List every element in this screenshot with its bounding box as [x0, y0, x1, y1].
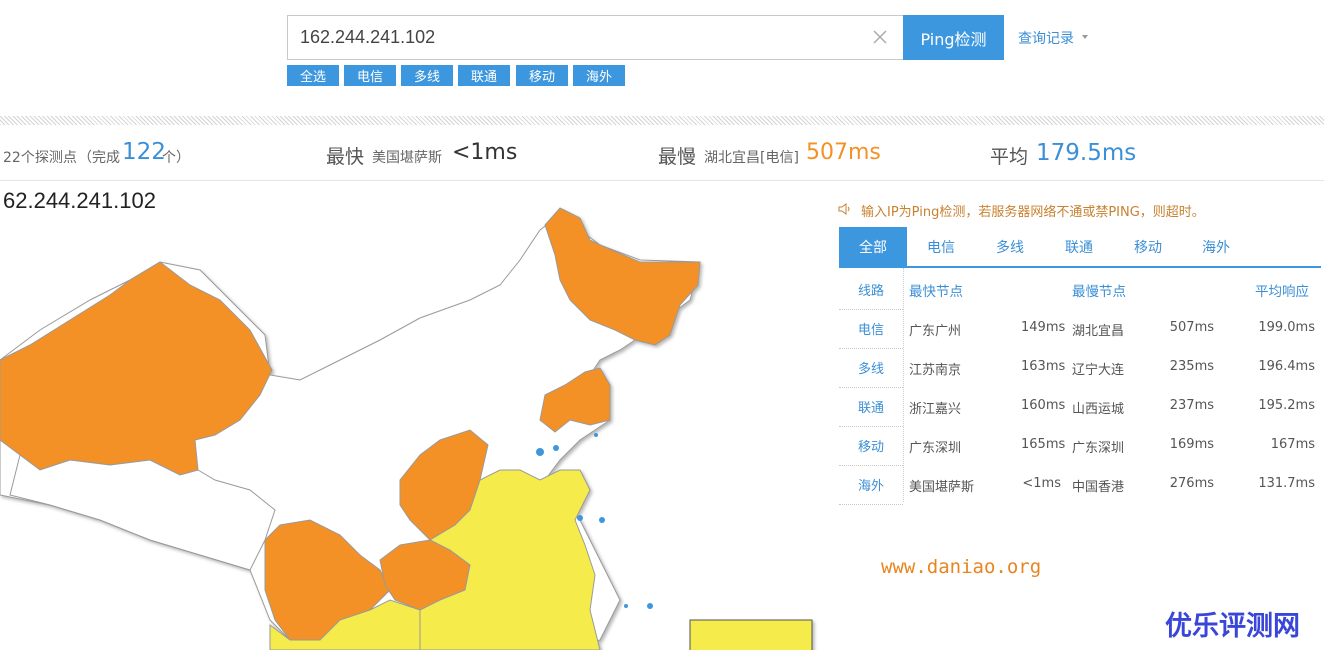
- table-row-line[interactable]: 电信: [839, 309, 903, 348]
- chevron-down-icon[interactable]: [1082, 35, 1088, 39]
- map-title: 62.244.241.102: [3, 188, 156, 213]
- table-cell-slowest-ms: 276ms: [1169, 476, 1214, 491]
- tab-mobile[interactable]: 移动: [1114, 227, 1182, 266]
- tab-telecom[interactable]: 电信: [907, 227, 975, 266]
- filter-overseas-button[interactable]: 海外: [573, 65, 625, 86]
- table-cell-slowest-node: 中国香港: [1072, 480, 1125, 495]
- table-cell-slowest-ms: 169ms: [1169, 437, 1214, 452]
- slowest-label: 最慢: [658, 146, 697, 168]
- header-average: 平均响应: [1255, 284, 1309, 300]
- china-map: [0, 207, 813, 650]
- tab-overseas[interactable]: 海外: [1182, 227, 1250, 266]
- table-cell-slowest-node: 山西运城: [1072, 402, 1125, 417]
- table-cell-average: 167ms: [1270, 437, 1315, 452]
- divider-stripe: [0, 116, 1324, 125]
- table-cell-average: 199.0ms: [1258, 320, 1315, 335]
- done-suffix: 个）: [162, 150, 190, 166]
- table-cell-fastest-node: 广东广州: [909, 324, 962, 339]
- probe-count: 22个探测点: [3, 150, 77, 166]
- table-cell-average: 131.7ms: [1258, 476, 1315, 491]
- table-row-line[interactable]: 海外: [839, 465, 903, 504]
- filter-all-button[interactable]: 全选: [287, 65, 339, 86]
- watermark-url: www.daniao.org: [881, 556, 1042, 578]
- table-cell-fastest-node: 广东深圳: [909, 441, 962, 456]
- tab-bar: 全部 电信 多线 联通 移动 海外: [839, 227, 1321, 268]
- history-link[interactable]: 查询记录: [1018, 28, 1074, 48]
- table-cell-fastest-node: 江苏南京: [909, 363, 962, 378]
- summary-divider: [0, 180, 1324, 181]
- map-inset-box: [689, 619, 813, 650]
- table-cell-fastest-ms: 160ms: [1021, 398, 1066, 413]
- table-cell-fastest-node: 美国堪萨斯: [909, 480, 975, 495]
- header-slowest: 最慢节点: [1072, 284, 1126, 300]
- table-row-line[interactable]: 移动: [839, 426, 903, 465]
- clear-icon[interactable]: [870, 27, 890, 47]
- table-cell-average: 196.4ms: [1258, 359, 1315, 374]
- fastest-value: <1ms: [452, 140, 518, 165]
- filter-multiline-button[interactable]: 多线: [401, 65, 453, 86]
- slowest-location: 湖北宜昌[电信]: [704, 150, 799, 166]
- tab-multiline[interactable]: 多线: [976, 227, 1044, 266]
- average-label: 平均: [990, 146, 1029, 168]
- table-cell-slowest-node: 广东深圳: [1072, 441, 1125, 456]
- fastest-label: 最快: [326, 146, 365, 168]
- table-cell-fastest-ms: 149ms: [1021, 320, 1066, 335]
- search-input[interactable]: [300, 16, 860, 59]
- done-value: 122: [122, 139, 166, 165]
- table-row-line[interactable]: 多线: [839, 348, 903, 387]
- table-cell-fastest-ms: 165ms: [1021, 437, 1066, 452]
- fastest-location: 美国堪萨斯: [372, 150, 442, 166]
- table-cell-fastest-ms: <1ms: [1022, 476, 1061, 491]
- filter-telecom-button[interactable]: 电信: [344, 65, 396, 86]
- table-cell-fastest-ms: 163ms: [1021, 359, 1066, 374]
- average-value: 179.5ms: [1036, 140, 1137, 166]
- table-row-line[interactable]: 联通: [839, 387, 903, 426]
- notice-text: 输入IP为Ping检测，若服务器网络不通或禁PING，则超时。: [861, 205, 1205, 220]
- watermark-logo: 优乐评测网: [1165, 611, 1300, 642]
- slowest-value: 507ms: [806, 140, 881, 165]
- ping-button[interactable]: Ping检测: [903, 15, 1004, 60]
- speaker-icon: [838, 203, 850, 215]
- done-prefix: （完成: [78, 150, 120, 166]
- tab-unicom[interactable]: 联通: [1045, 227, 1113, 266]
- header-line: 线路: [857, 284, 884, 299]
- table-cell-slowest-ms: 235ms: [1169, 359, 1214, 374]
- tab-all[interactable]: 全部: [839, 227, 907, 266]
- table-cell-average: 195.2ms: [1258, 398, 1315, 413]
- filter-mobile-button[interactable]: 移动: [516, 65, 568, 86]
- table-cell-slowest-ms: 507ms: [1169, 320, 1214, 335]
- table-cell-slowest-node: 湖北宜昌: [1072, 324, 1125, 339]
- table-cell-slowest-node: 辽宁大连: [1072, 363, 1125, 378]
- table-cell-slowest-ms: 237ms: [1169, 398, 1214, 413]
- search-box[interactable]: [287, 15, 904, 60]
- table-cell-fastest-node: 浙江嘉兴: [909, 402, 962, 417]
- filter-unicom-button[interactable]: 联通: [458, 65, 510, 86]
- header-fastest: 最快节点: [909, 284, 963, 300]
